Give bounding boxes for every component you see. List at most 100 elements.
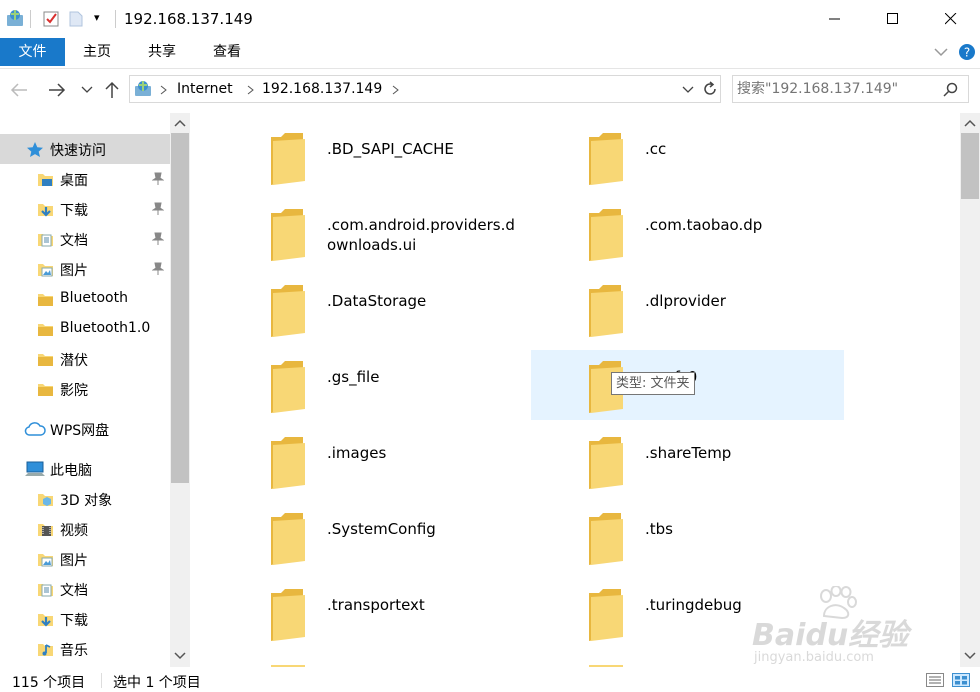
content-scrollbar[interactable] (960, 113, 980, 667)
nav-this-pc[interactable]: 此电脑 (0, 454, 170, 484)
folder-item[interactable]: .images (271, 423, 584, 493)
ribbon-tab-bar: 文件 主页 共享 查看 ? (0, 38, 980, 69)
nav-pictures[interactable]: 图片 (0, 254, 170, 284)
details-view-icon[interactable] (926, 673, 944, 687)
refresh-icon[interactable] (702, 81, 718, 97)
scroll-down-icon[interactable] (964, 652, 976, 660)
quick-access-toolbar-dropdown[interactable]: ▾ (94, 11, 100, 24)
recent-locations-icon[interactable] (81, 86, 93, 94)
folder-item[interactable]: .shareTemp (589, 423, 902, 493)
nav-folder-bluetooth1[interactable]: Bluetooth1.0 (0, 314, 170, 344)
nav-label: 桌面 (60, 173, 88, 189)
nav-quick-access[interactable]: 快速访问 (0, 134, 170, 164)
folder-item[interactable]: .transportext (271, 575, 584, 645)
nav-folder-yingyuan[interactable]: 影院 (0, 374, 170, 404)
search-box[interactable] (732, 75, 969, 103)
breadcrumb-chevron-icon[interactable] (160, 85, 168, 95)
folder-icon-partial[interactable] (271, 665, 305, 667)
back-arrow-icon[interactable] (10, 83, 28, 97)
network-drive-icon[interactable] (6, 9, 26, 29)
breadcrumb-chevron-icon[interactable] (247, 85, 255, 95)
nav-3d-objects[interactable]: 3D 对象 (0, 484, 170, 514)
nav-label: 文档 (60, 233, 88, 249)
properties-check-icon[interactable] (42, 10, 60, 28)
tab-share[interactable]: 共享 (133, 38, 191, 66)
tab-view[interactable]: 查看 (198, 38, 256, 66)
address-history-dropdown-icon[interactable] (682, 86, 694, 94)
folder-item[interactable]: .cc (589, 119, 902, 189)
folder-item[interactable]: .BD_SAPI_CACHE (271, 119, 584, 189)
nav-documents[interactable]: 文档 (0, 224, 170, 254)
tab-home[interactable]: 主页 (68, 38, 126, 66)
help-icon[interactable]: ? (958, 43, 976, 61)
pin-icon[interactable] (152, 262, 164, 276)
folder-item[interactable]: .com.taobao.dp (589, 195, 902, 265)
nav-downloads[interactable]: 下载 (0, 194, 170, 224)
search-input[interactable] (737, 79, 933, 99)
nav-label: WPS网盘 (50, 423, 110, 439)
nav-label: Bluetooth (60, 290, 128, 306)
search-icon[interactable] (943, 82, 959, 98)
watermark-url: jingyan.baidu.com (754, 650, 874, 665)
folder-icon (589, 437, 623, 489)
baidu-watermark: Baidu经验 jingyan.baidu.com (752, 586, 932, 670)
document-folder-icon (38, 584, 53, 597)
scroll-down-icon[interactable] (174, 652, 186, 660)
nav-label: 文档 (60, 583, 88, 599)
nav-documents-pc[interactable]: 文档 (0, 574, 170, 604)
nav-pane-scrollbar[interactable] (170, 113, 190, 667)
close-button[interactable] (922, 0, 980, 38)
nav-scroll-thumb[interactable] (171, 133, 189, 483)
pin-icon[interactable] (152, 232, 164, 246)
minimize-icon (829, 18, 840, 20)
tab-file[interactable]: 文件 (0, 38, 65, 66)
pin-icon[interactable] (152, 172, 164, 186)
breadcrumb-chevron-icon[interactable] (392, 85, 400, 95)
folder-item[interactable]: .dlprovider (589, 271, 902, 341)
folder-name: .DataStorage (327, 292, 427, 310)
scroll-up-icon[interactable] (964, 119, 976, 127)
folder-item[interactable]: .gs_file (271, 347, 584, 417)
nav-folder-bluetooth[interactable]: Bluetooth (0, 284, 170, 314)
new-folder-icon[interactable] (68, 10, 84, 28)
nav-pictures-pc[interactable]: 图片 (0, 544, 170, 574)
document-folder-icon (38, 234, 53, 247)
folder-icon (271, 133, 305, 185)
folder-item[interactable]: .DataStorage (271, 271, 584, 341)
folder-item[interactable]: .com.android.providers.downloads.ui (271, 195, 584, 265)
nav-wps-cloud[interactable]: WPS网盘 (0, 414, 170, 444)
expand-ribbon-icon[interactable] (934, 47, 948, 57)
scroll-up-icon[interactable] (174, 119, 186, 127)
minimize-button[interactable] (806, 0, 864, 38)
pin-icon[interactable] (152, 202, 164, 216)
folder-icon (589, 133, 623, 185)
address-bar[interactable]: Internet 192.168.137.149 (129, 75, 721, 103)
folder-icon-partial[interactable] (589, 665, 623, 667)
title-bar: ▾ 192.168.137.149 (0, 0, 980, 38)
nav-videos[interactable]: 视频 (0, 514, 170, 544)
download-folder-icon (38, 204, 53, 217)
music-folder-icon (38, 644, 53, 656)
maximize-button[interactable] (864, 0, 922, 38)
selected-count: 选中 1 个项目 (113, 675, 201, 691)
nav-label: 图片 (60, 263, 88, 279)
nav-folder-qianfu[interactable]: 潜伏 (0, 344, 170, 374)
folder-icon (38, 384, 53, 396)
large-icons-view-icon[interactable] (952, 673, 970, 687)
folder-item[interactable]: .tbs (589, 499, 902, 569)
folder-name: .SystemConfig (327, 520, 436, 538)
nav-music[interactable]: 音乐 (0, 634, 170, 664)
folder-icon (271, 437, 305, 489)
folder-item[interactable]: .SystemConfig (271, 499, 584, 569)
content-scroll-thumb[interactable] (961, 133, 979, 199)
nav-desktop[interactable]: 桌面 (0, 164, 170, 194)
breadcrumb-internet[interactable]: Internet (177, 81, 233, 97)
navigation-pane: 快速访问 桌面 下载 文档 图片 Bluetooth Bluetooth1.0 … (0, 113, 190, 667)
nav-label: 图片 (60, 553, 88, 569)
up-arrow-icon[interactable] (104, 81, 120, 99)
breadcrumb-host[interactable]: 192.168.137.149 (262, 81, 382, 97)
folder-icon (589, 513, 623, 565)
computer-icon (25, 461, 45, 476)
nav-downloads-pc[interactable]: 下载 (0, 604, 170, 634)
forward-arrow-icon[interactable] (48, 83, 66, 97)
